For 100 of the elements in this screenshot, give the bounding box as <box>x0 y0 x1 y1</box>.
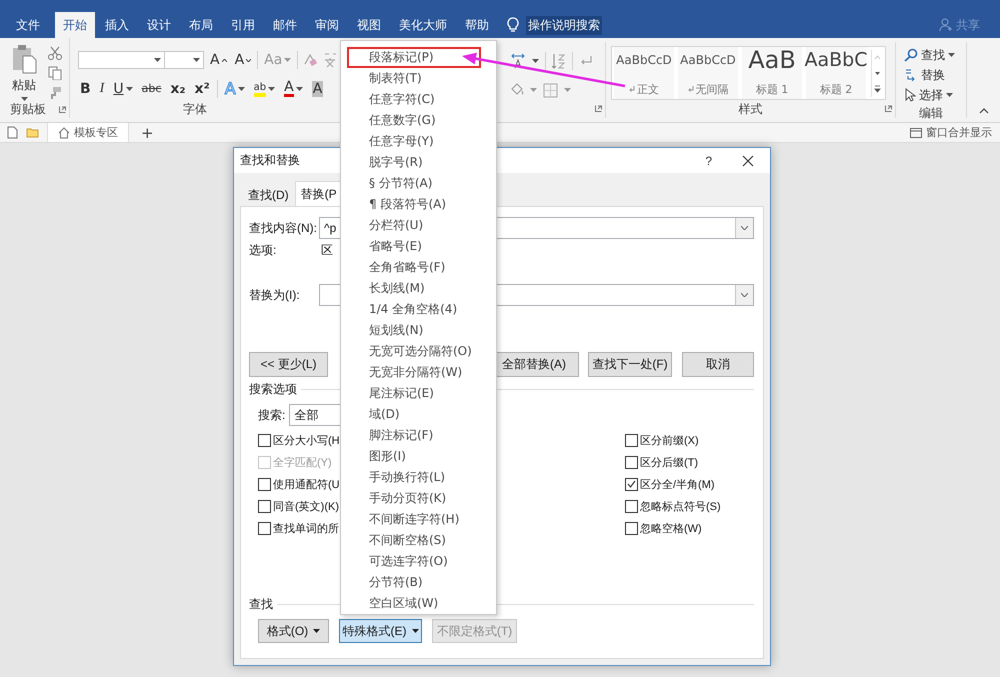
menu-item[interactable]: 省略号(E) <box>347 236 481 257</box>
checkbox[interactable] <box>625 434 638 446</box>
checkbox-label[interactable]: 区分大小写(H <box>273 432 340 448</box>
menu-item[interactable]: 尾注标记(E) <box>347 383 481 404</box>
checkbox-label[interactable]: 区分后缀(T) <box>640 454 698 470</box>
ribbon-tab[interactable]: 插入 <box>97 12 137 38</box>
font-size-field[interactable] <box>164 51 204 69</box>
menu-item[interactable]: 不间断空格(S) <box>347 530 481 551</box>
ribbon-tab[interactable]: 布局 <box>181 12 221 38</box>
font-name-field[interactable] <box>78 51 165 69</box>
new-tab-button[interactable]: + <box>137 124 158 142</box>
menu-item[interactable]: 脱字号(R) <box>347 152 481 173</box>
menu-item[interactable]: 任意字符(C) <box>347 89 481 110</box>
bold-button[interactable]: B <box>78 81 93 97</box>
checkbox[interactable] <box>625 522 638 534</box>
paste-button[interactable]: 粘贴 <box>11 44 37 101</box>
menu-item[interactable]: 任意字母(Y) <box>347 131 481 152</box>
menu-item[interactable]: 制表符(T) <box>347 68 481 89</box>
format-button[interactable]: 特殊格式(E) <box>339 619 422 643</box>
font-color-button[interactable]: A <box>282 81 305 97</box>
copy-icon[interactable] <box>48 66 62 80</box>
menu-item[interactable]: 长划线(M) <box>347 278 481 299</box>
menu-item[interactable]: § 分节符(A) <box>347 173 481 194</box>
tell-me-search[interactable]: 操作说明搜索 <box>526 16 602 34</box>
new-document-icon[interactable] <box>7 126 18 139</box>
close-icon[interactable] <box>742 154 754 166</box>
menu-item[interactable]: 分节符(B) <box>347 572 481 593</box>
checkbox-label[interactable]: 使用通配符(U <box>273 476 340 492</box>
ribbon-tab[interactable]: 设计 <box>139 12 179 38</box>
dialog-button[interactable]: 查找下一处(F) <box>588 352 672 377</box>
dialog-button[interactable]: << 更少(L) <box>249 352 328 377</box>
underline-button[interactable]: U <box>111 81 135 97</box>
checkbox-label[interactable]: 忽略空格(W) <box>640 520 702 536</box>
merge-windows-button[interactable]: 窗口合并显示 <box>910 125 992 140</box>
borders-icon[interactable] <box>543 82 558 98</box>
ribbon-tab[interactable]: 开始 <box>55 12 95 38</box>
ribbon-tab[interactable]: 帮助 <box>457 12 497 38</box>
menu-item[interactable]: ¶ 段落符号(A) <box>347 194 481 215</box>
style-tile[interactable]: AaB 标题 1 <box>742 47 802 99</box>
menu-item[interactable]: 任意数字(G) <box>347 110 481 131</box>
menu-item[interactable]: 图形(I) <box>347 446 481 467</box>
ribbon-tab[interactable]: 审阅 <box>307 12 347 38</box>
checkbox[interactable] <box>625 456 638 468</box>
italic-button[interactable]: I <box>98 81 106 97</box>
style-tile[interactable]: AaBbC 标题 2 <box>806 47 866 99</box>
help-button[interactable]: ? <box>705 154 712 168</box>
phonetic-guide-icon[interactable] <box>322 52 338 68</box>
ribbon-tab[interactable]: 邮件 <box>265 12 305 38</box>
subscript-button[interactable]: x₂ <box>168 81 188 97</box>
menu-item[interactable]: 不间断连字符(H) <box>347 509 481 530</box>
folder-icon[interactable] <box>26 127 39 138</box>
menu-item[interactable]: 分栏符(U) <box>347 215 481 236</box>
checkbox-label[interactable]: 区分全/半角(M) <box>640 476 715 492</box>
superscript-button[interactable]: x² <box>192 81 212 97</box>
strikethrough-button[interactable]: abc <box>140 81 164 97</box>
menu-item[interactable]: 无宽非分隔符(W) <box>347 362 481 383</box>
checkbox[interactable] <box>258 522 271 534</box>
dialog-launcher-icon[interactable] <box>595 105 602 112</box>
collapse-ribbon-icon[interactable] <box>978 108 988 114</box>
menu-item[interactable]: 空白区域(W) <box>347 593 481 614</box>
checkbox[interactable] <box>625 500 638 512</box>
menu-item[interactable]: 全角省略号(F) <box>347 257 481 278</box>
replace-button[interactable]: 替换 <box>904 65 966 85</box>
menu-item[interactable]: 手动分页符(K) <box>347 488 481 509</box>
grow-font-button[interactable]: A <box>208 52 229 68</box>
dialog-launcher-icon[interactable] <box>885 105 892 112</box>
style-tile[interactable]: AaBbCcD 无间隔 <box>678 47 738 99</box>
template-tab[interactable]: 模板专区 <box>47 123 129 142</box>
sort-icon[interactable] <box>552 53 566 69</box>
menu-item[interactable]: 段落标记(P) <box>347 47 481 68</box>
checkbox-label[interactable]: 查找单词的所 <box>273 520 339 536</box>
checkbox-label[interactable]: 同音(英文)(K) <box>273 498 339 514</box>
select-button[interactable]: 选择 <box>904 85 966 105</box>
checkbox[interactable] <box>258 478 271 490</box>
menu-item[interactable]: 手动换行符(L) <box>347 467 481 488</box>
character-shading-button[interactable]: A <box>310 81 326 97</box>
find-button[interactable]: 查找 <box>904 45 966 65</box>
clear-formatting-icon[interactable] <box>302 52 318 68</box>
menu-item[interactable]: 无宽可选分隔符(O) <box>347 341 481 362</box>
highlight-button[interactable]: ab <box>252 82 278 96</box>
dialog-tab[interactable]: 查找(D) <box>242 183 295 206</box>
ribbon-tab[interactable]: 美化大师 <box>391 12 455 38</box>
menu-item[interactable]: 1/4 全角空格(4) <box>347 299 481 320</box>
checkbox[interactable] <box>258 434 271 446</box>
checkbox-label[interactable]: 区分前缀(X) <box>640 432 699 448</box>
format-button[interactable]: 格式(O) <box>258 619 329 643</box>
ribbon-tab[interactable]: 引用 <box>223 12 263 38</box>
scissors-icon[interactable] <box>48 46 62 60</box>
ribbon-tab[interactable]: 视图 <box>349 12 389 38</box>
format-painter-icon[interactable] <box>48 86 62 100</box>
asian-layout-icon[interactable] <box>510 53 526 69</box>
style-tile[interactable]: AaBbCcD 正文 <box>614 47 674 99</box>
menu-item[interactable]: 域(D) <box>347 404 481 425</box>
menu-item[interactable]: 脚注标记(F) <box>347 425 481 446</box>
menu-item[interactable]: 可选连字符(O) <box>347 551 481 572</box>
dialog-launcher-icon[interactable] <box>59 106 66 113</box>
checkbox-label[interactable]: 忽略标点符号(S) <box>640 498 721 514</box>
checkbox[interactable] <box>258 500 271 512</box>
dialog-tab[interactable]: 替换(P <box>294 181 343 206</box>
checkbox[interactable] <box>625 478 638 490</box>
